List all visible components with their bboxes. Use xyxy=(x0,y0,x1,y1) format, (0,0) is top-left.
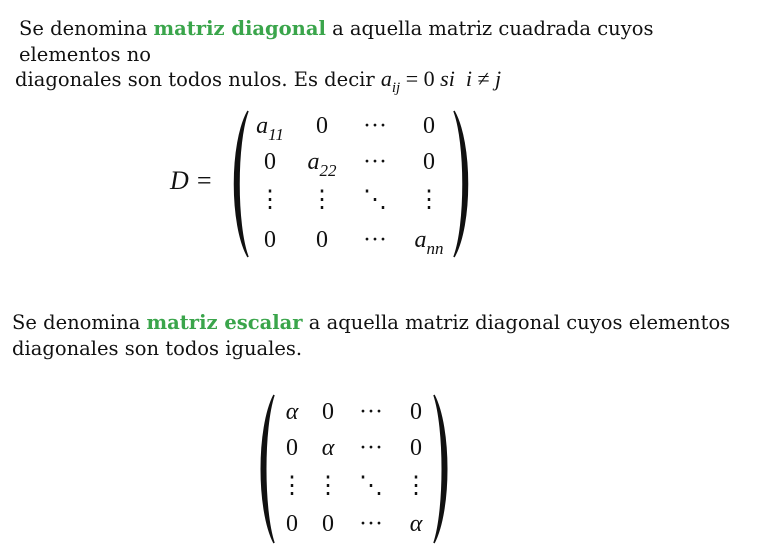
matrix-d-left-paren xyxy=(233,110,249,258)
diagonal-line1-rest: a aquella matriz cuadrada cuyos xyxy=(325,17,654,40)
matrix-escalar-right-paren xyxy=(433,394,448,544)
escalar-definition-line2: diagonales son todos iguales. xyxy=(12,337,303,360)
matrix-escalar-cell-3-3: ⋱ xyxy=(359,473,383,499)
matrix-escalar-cell-4-2: 0 xyxy=(322,511,334,537)
condition-neq: ≠ xyxy=(477,66,490,91)
matrix-d-cell-1-4: 0 xyxy=(423,113,435,139)
diagonal-line3-text: diagonales son todos nulos. Es decir xyxy=(15,68,381,91)
matrix-d-cell-3-3: ⋱ xyxy=(363,187,387,213)
matrix-escalar-cell-3-2: ⋮ xyxy=(316,473,340,499)
diagonal-definition-line1: Se denomina matriz diagonal a aquella ma… xyxy=(19,16,654,42)
matrix-d-cell-2-1: 0 xyxy=(264,149,276,175)
matrix-d-cell-3-2: ⋮ xyxy=(310,187,334,213)
matrix-d-cell-2-2: a22 xyxy=(307,149,337,180)
matrix-escalar-cell-2-1: 0 xyxy=(286,435,298,461)
condition-eq: = 0 xyxy=(405,66,435,91)
condition-j: j xyxy=(495,66,502,91)
matrix-d-cell-4-3: ··· xyxy=(363,227,387,253)
diagonal-definition-line3: diagonales son todos nulos. Es decir aij… xyxy=(15,66,501,101)
matrix-escalar-left-paren xyxy=(260,394,275,544)
matrix-escalar-cell-4-4: α xyxy=(409,511,423,537)
matrix-escalar-cell-2-4: 0 xyxy=(410,435,422,461)
matrix-d-cell-2-3: ··· xyxy=(363,149,387,175)
matrix-d-cell-1-2: 0 xyxy=(316,113,328,139)
escalar-line1-rest: a aquella matriz diagonal cuyos elemento… xyxy=(302,311,731,334)
matrix-escalar-cell-3-4: ⋮ xyxy=(404,473,428,499)
escalar-definition-line1: Se denomina matriz escalar a aquella mat… xyxy=(12,310,730,336)
matrix-escalar-cell-2-3: ··· xyxy=(359,435,383,461)
matrix-d-cell-3-1: ⋮ xyxy=(258,187,282,213)
matrix-d-cell-4-4: ann xyxy=(414,227,444,258)
matrix-d-label: D = xyxy=(170,166,213,195)
matrix-escalar-cell-4-1: 0 xyxy=(286,511,298,537)
matrix-escalar-cell-1-3: ··· xyxy=(359,399,383,425)
matrix-d-cell-3-4: ⋮ xyxy=(417,187,441,213)
matrix-d-cell-4-1: 0 xyxy=(264,227,276,253)
matrix-escalar-cell-1-2: 0 xyxy=(322,399,334,425)
matrix-escalar-cell-3-1: ⋮ xyxy=(280,473,304,499)
condition-sub: ij xyxy=(391,80,401,96)
escalar-intro: Se denomina xyxy=(12,311,147,334)
matrix-escalar-cell-1-4: 0 xyxy=(410,399,422,425)
matrix-d-cell-1-3: ··· xyxy=(363,113,387,139)
matrix-d-cell-4-2: 0 xyxy=(316,227,328,253)
matrix-escalar-cell-2-2: α xyxy=(321,435,335,461)
diagonal-definition-line2: elementos no xyxy=(19,43,151,66)
matrix-d-cell-2-4: 0 xyxy=(423,149,435,175)
matrix-d-cell-1-1: a11 xyxy=(256,113,284,144)
diagonal-term: matriz diagonal xyxy=(153,17,326,40)
condition-i: i xyxy=(465,66,472,91)
condition-si: si xyxy=(440,66,455,91)
diagonal-condition: aij = 0 si i ≠ j xyxy=(380,66,502,96)
matrix-d-right-paren xyxy=(453,110,469,258)
diagonal-intro: Se denomina xyxy=(19,17,154,40)
matrix-escalar-cell-4-3: ··· xyxy=(359,511,383,537)
escalar-term: matriz escalar xyxy=(146,311,303,334)
matrix-escalar-cell-1-1: α xyxy=(285,399,299,425)
condition-a: a xyxy=(380,66,392,91)
